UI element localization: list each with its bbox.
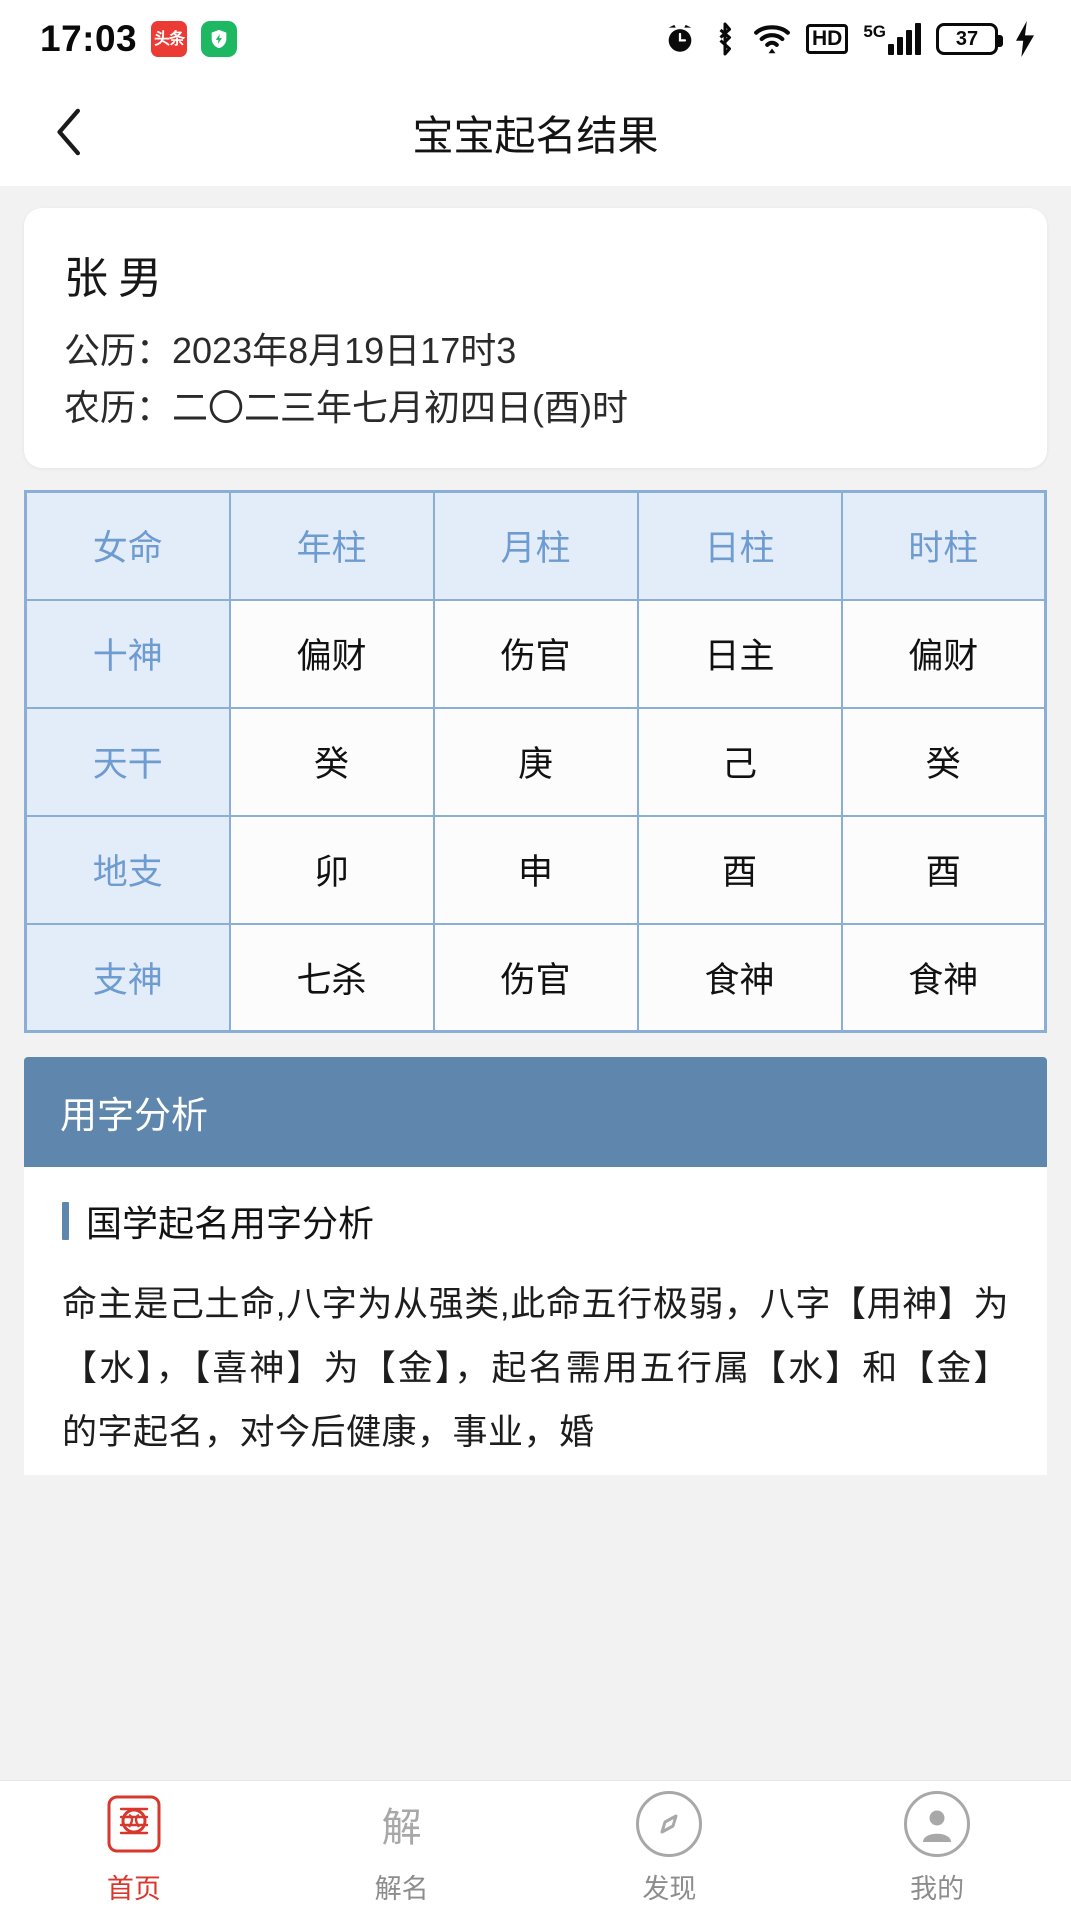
- analysis-section-body: 国学起名用字分析 命主是己土命,八字为从强类,此命五行极弱，八字【用神】为【水】…: [24, 1167, 1047, 1475]
- table-cell: 偏财: [228, 598, 435, 709]
- status-time: 17:03: [40, 18, 138, 59]
- table-header-cell: 年柱: [228, 490, 435, 601]
- table-header-cell: 时柱: [840, 490, 1047, 601]
- profile-avatar-circle: [904, 1790, 971, 1857]
- solar-date-value: 2023年8月19日17时3: [172, 330, 517, 371]
- signal-bars: [888, 23, 921, 55]
- row-label: 十神: [24, 598, 231, 709]
- interpret-icon-glyph: 解: [381, 1804, 422, 1851]
- table-cell: 伤官: [432, 922, 639, 1033]
- tab-home[interactable]: 首页: [0, 1781, 268, 1911]
- table-cell: 酉: [636, 814, 843, 925]
- row-label: 支神: [24, 922, 231, 1033]
- toutiao-app-icon: 头条: [151, 21, 188, 57]
- lunar-date-value: 二〇二三年七月初四日(酉)时: [172, 387, 628, 428]
- table-cell: 己: [636, 706, 843, 817]
- bazi-table-wrapper: 女命 年柱 月柱 日柱 时柱 十神 偏财 伤官 日主 偏财 天干 癸 庚 己 癸: [24, 490, 1047, 1033]
- network-type-label: 5G: [863, 22, 886, 41]
- bazi-table: 女命 年柱 月柱 日柱 时柱 十神 偏财 伤官 日主 偏财 天干 癸 庚 己 癸: [24, 490, 1047, 1033]
- table-cell: 伤官: [432, 598, 639, 709]
- row-label: 地支: [24, 814, 231, 925]
- scroll-content[interactable]: 张男 公历：2023年8月19日17时3 农历：二〇二三年七月初四日(酉)时 女…: [0, 186, 1071, 1780]
- table-cell: 酉: [840, 814, 1047, 925]
- discover-icon: [632, 1787, 706, 1861]
- table-cell: 食神: [636, 922, 843, 1033]
- tab-interpret[interactable]: 解 解名: [268, 1781, 536, 1911]
- shield-icon: [201, 21, 238, 57]
- tab-discover[interactable]: 发现: [536, 1781, 804, 1911]
- lunar-date-line: 农历：二〇二三年七月初四日(酉)时: [64, 379, 1007, 436]
- table-cell: 申: [432, 814, 639, 925]
- solar-date-line: 公历：2023年8月19日17时3: [64, 322, 1007, 379]
- lunar-date-label: 农历：: [64, 387, 173, 428]
- signal-icon: 5G: [863, 23, 921, 55]
- toutiao-icon-char-1: 头: [154, 30, 170, 48]
- tab-interpret-label: 解名: [374, 1873, 429, 1904]
- table-header-cell: 女命: [24, 490, 231, 601]
- table-cell: 七杀: [228, 922, 435, 1033]
- table-cell: 癸: [228, 706, 435, 817]
- table-row: 天干 癸 庚 己 癸: [24, 706, 1047, 817]
- status-bar-left: 17:03 头条: [40, 18, 238, 60]
- analysis-sub-title: 国学起名用字分析: [62, 1195, 1009, 1247]
- toutiao-icon-char-2: 条: [169, 30, 185, 48]
- table-cell: 日主: [636, 598, 843, 709]
- table-cell: 食神: [840, 922, 1047, 1033]
- interpret-icon: 解: [365, 1787, 439, 1861]
- tab-profile[interactable]: 我的: [803, 1781, 1071, 1911]
- accent-bar-icon: [62, 1202, 69, 1240]
- table-cell: 癸: [840, 706, 1047, 817]
- tab-profile-label: 我的: [910, 1873, 965, 1904]
- table-header-row: 女命 年柱 月柱 日柱 时柱: [24, 490, 1047, 601]
- table-cell: 卯: [228, 814, 435, 925]
- back-button[interactable]: [38, 102, 98, 162]
- status-bar: 17:03 头条 HD 5G 37: [0, 0, 1071, 78]
- status-bar-right: HD 5G 37: [663, 21, 1037, 57]
- wifi-icon: [753, 23, 791, 55]
- row-label: 天干: [24, 706, 231, 817]
- analysis-section: 用字分析 国学起名用字分析 命主是己土命,八字为从强类,此命五行极弱，八字【用神…: [24, 1057, 1047, 1475]
- table-row: 十神 偏财 伤官 日主 偏财: [24, 598, 1047, 709]
- table-row: 地支 卯 申 酉 酉: [24, 814, 1047, 925]
- chevron-left-icon: [57, 108, 80, 156]
- birth-info-card: 张男 公历：2023年8月19日17时3 农历：二〇二三年七月初四日(酉)时: [24, 208, 1047, 468]
- gender-text: 男: [118, 254, 172, 303]
- profile-icon: [900, 1787, 974, 1861]
- bottom-tab-bar: 首页 解 解名 发现 我的: [0, 1780, 1071, 1911]
- page-title: 宝宝起名结果: [412, 113, 659, 159]
- table-header-cell: 日柱: [636, 490, 843, 601]
- battery-icon: 37: [936, 23, 1003, 55]
- charging-bolt-icon: [1013, 21, 1037, 57]
- bluetooth-icon: [712, 21, 738, 57]
- analysis-section-header: 用字分析: [24, 1057, 1047, 1167]
- table-header-cell: 月柱: [432, 490, 639, 601]
- tab-home-label: 首页: [106, 1873, 161, 1904]
- surname-text: 张: [64, 254, 118, 303]
- analysis-sub-title-text: 国学起名用字分析: [86, 1203, 375, 1244]
- analysis-paragraph: 命主是己土命,八字为从强类,此命五行极弱，八字【用神】为【水】，【喜神】为【金】…: [62, 1285, 1009, 1452]
- solar-date-label: 公历：: [64, 330, 173, 371]
- home-seal-icon: [97, 1787, 171, 1861]
- tab-discover-label: 发现: [642, 1873, 697, 1904]
- alarm-icon: [663, 22, 697, 56]
- table-row: 支神 七杀 伤官 食神 食神: [24, 922, 1047, 1033]
- app-header: 宝宝起名结果: [0, 78, 1071, 186]
- name-gender-line: 张男: [64, 242, 1007, 306]
- hd-icon: HD: [805, 24, 849, 54]
- battery-level: 37: [955, 27, 979, 50]
- discover-compass-circle: [636, 1790, 703, 1857]
- table-cell: 庚: [432, 706, 639, 817]
- table-cell: 偏财: [840, 598, 1047, 709]
